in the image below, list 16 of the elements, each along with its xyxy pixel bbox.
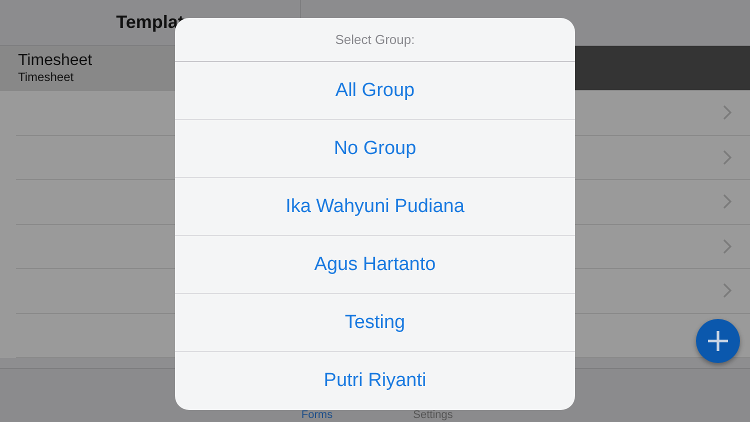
chevron-icon xyxy=(723,194,732,210)
plus-icon xyxy=(707,330,729,352)
group-option[interactable]: Putri Riyanti xyxy=(175,352,575,410)
group-option[interactable]: Agus Hartanto xyxy=(175,236,575,294)
group-option[interactable]: Ika Wahyuni Pudiana xyxy=(175,178,575,236)
tab-bar-item[interactable]: Settings xyxy=(397,409,469,421)
group-option[interactable]: Testing xyxy=(175,294,575,352)
row-subtitle: Timesheet xyxy=(18,70,75,84)
group-option[interactable]: No Group xyxy=(175,120,575,178)
chevron-icon xyxy=(723,283,732,298)
chevron-icon xyxy=(723,105,732,120)
chevron-icon xyxy=(723,238,732,254)
tab-bar-item[interactable]: Forms xyxy=(281,409,353,421)
chevron-icon xyxy=(723,150,732,165)
group-option[interactable]: All Group xyxy=(175,62,575,120)
row-title: Timesheet xyxy=(18,52,94,70)
